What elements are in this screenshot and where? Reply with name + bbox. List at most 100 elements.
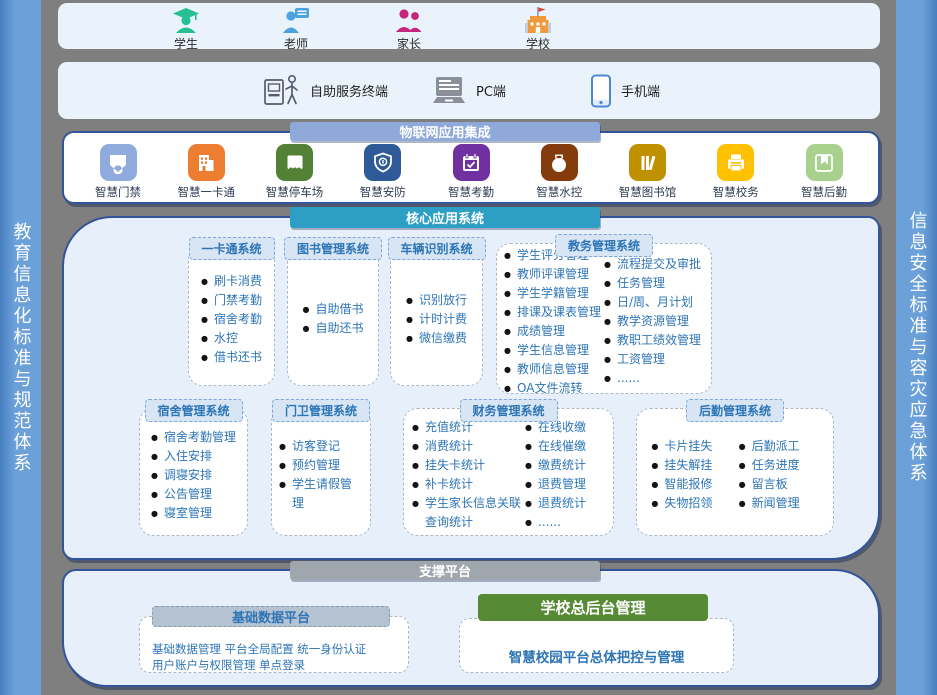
logistics-bookmark-icon: [806, 144, 843, 181]
system-title: 门卫管理系统: [272, 399, 370, 422]
feature-item: 教师信息管理: [504, 360, 604, 379]
base-platform-line1: 基础数据管理 平台全局配置 统一身份认证: [152, 641, 398, 657]
feature-item: 识别放行: [406, 291, 467, 310]
feature-item: 教职工绩效管理: [604, 331, 704, 350]
left-standards-bar: 教育信息化标准与规范体系: [0, 0, 41, 695]
feature-item: 寝室管理: [151, 504, 236, 523]
feature-item: 学生学籍管理: [504, 284, 604, 303]
smart-campus-architecture-diagram: 教育信息化标准与规范体系 信息安全标准与容灾应急体系 学生 老师: [0, 0, 937, 695]
feature-item: 挂失卡统计: [412, 456, 524, 475]
iot-item-label: 智慧考勤: [433, 184, 509, 200]
core-section-title: 核心应用系统: [406, 208, 484, 227]
system-box-gate: 门卫管理系统 访客登记预约管理学生请假管理: [271, 408, 371, 536]
terminals-row: 自助服务终端 PC端 手机端: [58, 62, 880, 119]
terminal-item-label: 自助服务终端: [310, 81, 388, 100]
terminal-item-mobile: 手机端: [590, 62, 660, 119]
feature-item: 在线催缴: [525, 437, 605, 456]
user-item-student: 学生: [146, 7, 226, 52]
iot-item-label: 智慧校务: [698, 184, 774, 200]
feature-item: 调寝安排: [151, 466, 236, 485]
iot-item-label: 智慧停车场: [257, 184, 333, 200]
feature-item: ......: [525, 513, 605, 532]
feature-item: 流程提交及审批: [604, 255, 704, 274]
feature-item: 教学资源管理: [604, 312, 704, 331]
user-item-school: 学校: [498, 7, 578, 52]
parking-icon: [276, 144, 313, 181]
user-item-teacher: 老师: [256, 7, 336, 52]
student-icon: [172, 7, 200, 34]
iot-section-header: 物联网应用集成: [290, 122, 600, 141]
feature-item: 宿舍考勤: [201, 310, 262, 329]
feature-item: 退费统计: [525, 494, 605, 513]
iot-section-title: 物联网应用集成: [399, 122, 490, 141]
iot-icon-row: 智慧门禁 智慧一卡通: [64, 133, 878, 200]
feature-item: 教师评课管理: [504, 265, 604, 284]
kiosk-icon: [263, 73, 301, 109]
feature-item: 任务进度: [739, 456, 819, 475]
system-box-library: 图书管理系统 自助借书自助还书: [287, 246, 379, 386]
iot-item-onecard: 智慧一卡通: [168, 144, 244, 200]
system-box-vehicle: 车辆识别系统 识别放行计时计费微信缴费: [390, 246, 483, 386]
iot-item-water: 智慧水控: [521, 144, 597, 200]
base-data-platform-header: 基础数据平台: [152, 606, 390, 627]
system-box-finance: 财务管理系统 充值统计消费统计挂失卡统计补卡统计学生家长信息关联查询统计 在线收…: [403, 408, 614, 536]
feature-item: 智能报修: [651, 475, 731, 494]
feature-item: 借书还书: [201, 348, 262, 367]
door-access-icon: [100, 144, 137, 181]
system-title: 图书管理系统: [284, 237, 382, 260]
feature-item: 自助还书: [302, 319, 363, 338]
feature-item: 门禁考勤: [201, 291, 262, 310]
system-title: 宿舍管理系统: [144, 399, 242, 422]
school-admin-box: 智慧校园平台总体把控与管理: [459, 618, 734, 673]
feature-item: 公告管理: [151, 485, 236, 504]
feature-item: 水控: [201, 329, 262, 348]
iot-item-security: 智慧安防: [345, 144, 421, 200]
feature-item: 新闻管理: [739, 494, 819, 513]
iot-item-label: 智慧图书馆: [610, 184, 686, 200]
feature-item: 失物招领: [651, 494, 731, 513]
iot-item-attendance: 智慧考勤: [433, 144, 509, 200]
system-box-logistics: 后勤管理系统 卡片挂失挂失解挂智能报修失物招领 后勤派工任务进度留言板新闻管理: [636, 408, 834, 536]
feature-item: 工资管理: [604, 350, 704, 369]
library-books-icon: [629, 144, 666, 181]
user-item-label: 学校: [498, 35, 578, 52]
user-item-parents: 家长: [369, 7, 449, 52]
onecard-icon: [188, 144, 225, 181]
terminal-item-label: 手机端: [621, 81, 660, 100]
system-title: 车辆识别系统: [387, 237, 485, 260]
teacher-icon: [282, 7, 310, 34]
iot-item-label: 智慧水控: [521, 184, 597, 200]
feature-item: ......: [604, 369, 704, 388]
terminal-item-pc: PC端: [431, 62, 506, 119]
feature-item: OA文件流转: [504, 379, 604, 398]
user-item-label: 家长: [369, 35, 449, 52]
school-admin-title: 学校总后台管理: [540, 597, 645, 618]
feature-item: 留言板: [739, 475, 819, 494]
feature-item: 学生信息管理: [504, 341, 604, 360]
feature-item: 消费统计: [412, 437, 524, 456]
iot-item-parking: 智慧停车场: [257, 144, 333, 200]
school-admin-header: 学校总后台管理: [478, 594, 708, 621]
users-row: 学生 老师 家长: [58, 3, 880, 49]
feature-item: 访客登记: [279, 437, 363, 456]
feature-item: 学生家长信息关联查询统计: [412, 494, 524, 532]
user-item-label: 老师: [256, 35, 336, 52]
left-standards-label: 教育信息化标准与规范体系: [12, 222, 30, 474]
terminal-item-kiosk: 自助服务终端: [263, 62, 388, 119]
terminal-item-label: PC端: [476, 81, 506, 100]
feature-item: 宿舍考勤管理: [151, 428, 236, 447]
iot-item-label: 智慧安防: [345, 184, 421, 200]
feature-item: 退费管理: [525, 475, 605, 494]
right-security-label: 信息安全标准与容灾应急体系: [908, 211, 926, 484]
support-section-header: 支撑平台: [290, 561, 600, 580]
feature-item: 入住安排: [151, 447, 236, 466]
system-title: 财务管理系统: [459, 399, 557, 422]
feature-item: 学生请假管理: [279, 475, 363, 513]
core-section-header: 核心应用系统: [290, 207, 600, 228]
attendance-calendar-icon: [453, 144, 490, 181]
feature-item: 自助借书: [302, 300, 363, 319]
feature-item: 刷卡消费: [201, 272, 262, 291]
iot-item-library: 智慧图书馆: [610, 144, 686, 200]
iot-item-label: 智慧后勤: [786, 184, 862, 200]
feature-item: 任务管理: [604, 274, 704, 293]
